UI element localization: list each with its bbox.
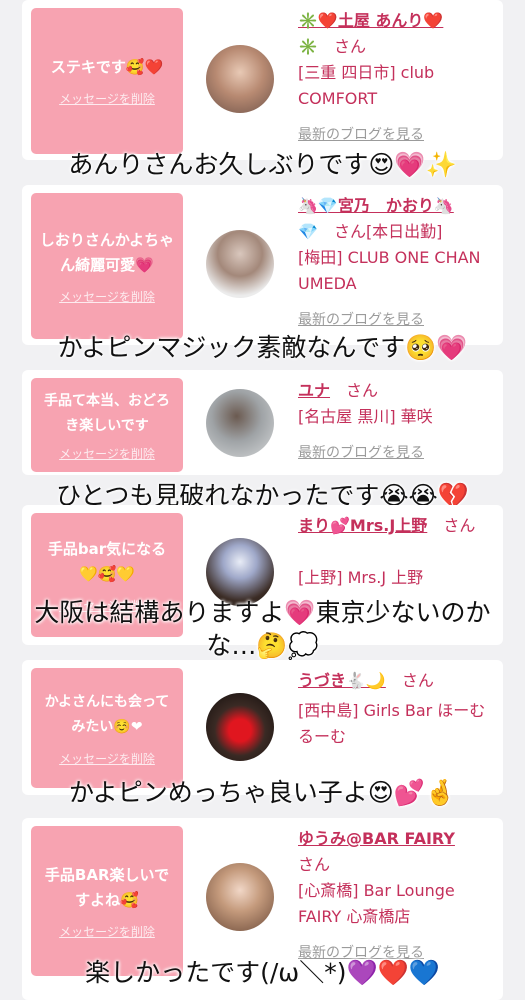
- avatar[interactable]: [206, 693, 274, 761]
- caption-overlay: 大阪は結構ありますよ💗東京少ないのかな…🤔💭: [34, 598, 491, 660]
- message-text: しおりさんかよちゃん綺麗可愛💗: [39, 230, 175, 274]
- san-label: さん: [333, 37, 366, 56]
- message-bubble: しおりさんかよちゃん綺麗可愛💗 メッセージを削除: [31, 193, 183, 339]
- caption-overlay: 楽しかったです(/ω＼*)💜❤️💙: [85, 958, 440, 987]
- profile-name-icon: ✳️: [298, 37, 318, 56]
- delete-message-link[interactable]: メッセージを削除: [59, 750, 155, 767]
- shop-label: [梅田] CLUB ONE CHAN UMEDA: [298, 248, 481, 293]
- san-label: さん: [298, 855, 331, 874]
- caption-overlay: かよピンマジック素敵なんです🥺💗: [57, 333, 468, 362]
- latest-blog-link[interactable]: 最新のブログを見る: [298, 309, 495, 329]
- shop-label: [名古屋 黒川] 華咲: [298, 407, 433, 426]
- avatar[interactable]: [206, 45, 274, 113]
- san-label: さん[本日出勤]: [333, 222, 443, 241]
- shop-label: [上野] Mrs.J 上野: [298, 568, 424, 587]
- profile-name[interactable]: 🦄💎宮乃 かおり🦄: [298, 193, 495, 219]
- profile-info: ゆうみ@BAR FAIRY さん [心斎橋] Bar Lounge FAIRY …: [298, 826, 495, 962]
- san-label: さん: [443, 516, 476, 535]
- profile-name-icon: 💎: [298, 222, 318, 241]
- profile-name[interactable]: ✳️❤️土屋 あんり❤️: [298, 8, 495, 34]
- message-text: 手品bar気になる💛🥰💛: [47, 539, 167, 583]
- delete-message-link[interactable]: メッセージを削除: [59, 90, 155, 107]
- avatar[interactable]: [206, 230, 274, 298]
- message-text: ステキです🥰❤️: [50, 58, 164, 76]
- shop-label: [三重 四日市] club COMFORT: [298, 63, 435, 108]
- profile-name[interactable]: ユナ: [298, 381, 330, 400]
- message-bubble: ステキです🥰❤️ メッセージを削除: [31, 8, 183, 154]
- profile-info: ✳️❤️土屋 あんり❤️ ✳️ さん [三重 四日市] club COMFORT…: [298, 8, 495, 144]
- profile-name[interactable]: まり💕Mrs.J上野: [298, 516, 427, 535]
- san-label: さん: [346, 381, 379, 400]
- message-card: しおりさんかよちゃん綺麗可愛💗 メッセージを削除 🦄💎宮乃 かおり🦄 💎 さん[…: [22, 185, 503, 345]
- message-bubble: かよさんにも会ってみたい☺️❤ メッセージを削除: [31, 668, 183, 788]
- profile-info: ユナ さん [名古屋 黒川] 華咲 最新のブログを見る: [298, 378, 495, 462]
- caption-overlay: かよピンめっちゃ良い子よ😍💕🤞: [68, 778, 457, 807]
- avatar[interactable]: [206, 389, 274, 457]
- message-text: かよさんにも会ってみたい☺️❤: [44, 693, 170, 735]
- profile-info: うづき🐇🌙 さん [西中島] Girls Bar ほーむるーむ: [298, 668, 495, 750]
- profile-name[interactable]: ゆうみ@BAR FAIRY: [298, 826, 495, 852]
- latest-blog-link[interactable]: 最新のブログを見る: [298, 124, 495, 144]
- delete-message-link[interactable]: メッセージを削除: [59, 923, 155, 940]
- latest-blog-link[interactable]: 最新のブログを見る: [298, 442, 495, 462]
- delete-message-link[interactable]: メッセージを削除: [59, 288, 155, 305]
- delete-message-link[interactable]: メッセージを削除: [59, 445, 155, 462]
- message-text: 手品BAR楽しいですよね🥰: [44, 865, 170, 909]
- profile-info: 🦄💎宮乃 かおり🦄 💎 さん[本日出勤] [梅田] CLUB ONE CHAN …: [298, 193, 495, 329]
- message-card: 手品て本当、おどろき楽しいです メッセージを削除 ユナ さん [名古屋 黒川] …: [22, 370, 503, 475]
- shop-label: [西中島] Girls Bar ほーむるーむ: [298, 701, 486, 746]
- message-bubble: 手品て本当、おどろき楽しいです メッセージを削除: [31, 378, 183, 472]
- shop-label: [心斎橋] Bar Lounge FAIRY 心斎橋店: [298, 881, 455, 926]
- caption-overlay: あんりさんお久しぶりです😍💗✨: [68, 150, 457, 179]
- avatar[interactable]: [206, 863, 274, 931]
- san-label: さん: [401, 671, 434, 690]
- message-text: 手品て本当、おどろき楽しいです: [44, 392, 170, 434]
- profile-info: まり💕Mrs.J上野 さん [上野] Mrs.J 上野: [298, 513, 495, 591]
- profile-name[interactable]: うづき🐇🌙: [298, 671, 386, 690]
- message-card: ステキです🥰❤️ メッセージを削除 ✳️❤️土屋 あんり❤️ ✳️ さん [三重…: [22, 0, 503, 160]
